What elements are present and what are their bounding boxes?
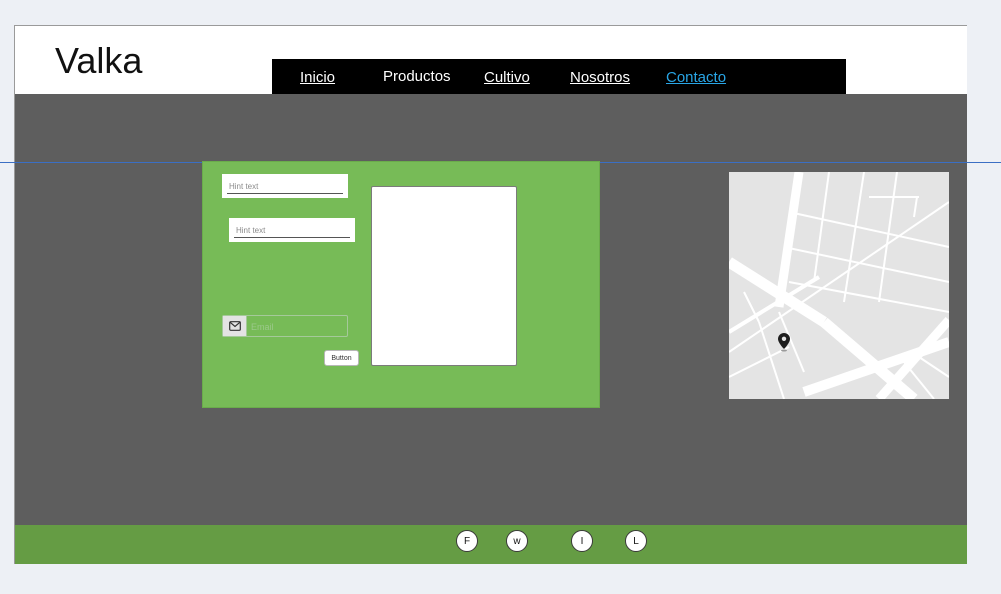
- footer: [15, 525, 967, 564]
- email-field-group: [222, 315, 348, 337]
- email-input[interactable]: [249, 318, 347, 335]
- page: Valka Inicio Productos Cultivo Nosotros …: [0, 0, 1001, 594]
- map-pin-icon: [778, 333, 790, 352]
- nav-link-contacto[interactable]: Contacto: [666, 69, 726, 86]
- message-textarea[interactable]: [372, 187, 520, 369]
- submit-button[interactable]: Button: [324, 350, 359, 366]
- site-logo[interactable]: Valka: [55, 40, 142, 82]
- main-nav: Inicio Productos Cultivo Nosotros Contac…: [272, 59, 846, 94]
- text-field-1: [222, 174, 348, 198]
- envelope-icon: [223, 316, 247, 336]
- nav-link-nosotros[interactable]: Nosotros: [570, 69, 630, 86]
- whatsapp-icon[interactable]: w: [506, 530, 528, 552]
- nav-link-productos[interactable]: Productos: [383, 68, 451, 85]
- message-box: [371, 186, 520, 369]
- linkedin-icon[interactable]: L: [625, 530, 647, 552]
- facebook-icon[interactable]: F: [456, 530, 478, 552]
- nav-link-cultivo[interactable]: Cultivo: [484, 69, 530, 86]
- text-input-2[interactable]: [234, 224, 350, 238]
- map-streets: [729, 172, 949, 399]
- location-map[interactable]: [729, 172, 949, 399]
- text-input-1[interactable]: [227, 180, 343, 194]
- instagram-icon[interactable]: I: [571, 530, 593, 552]
- text-field-2: [229, 218, 355, 242]
- nav-link-inicio[interactable]: Inicio: [300, 69, 335, 86]
